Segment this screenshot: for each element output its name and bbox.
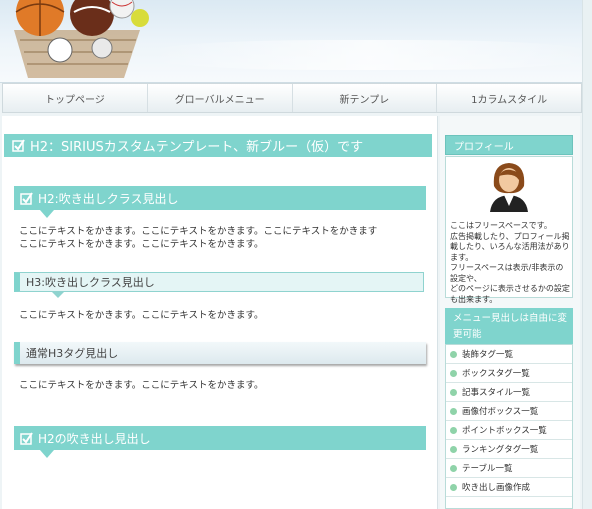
site-header (0, 0, 592, 83)
profile-heading-text: プロフィール (454, 141, 514, 153)
nav-item-global-menu[interactable]: グローバルメニュー (148, 84, 293, 112)
profile-line-6: 設定や、 (450, 273, 482, 283)
bubble-heading-h2-text: H2:吹き出しクラス見出し (38, 191, 179, 206)
section1-line-1: ここにテキストをかきます。ここにテキストをかきます。ここにテキストをかきます (19, 226, 378, 237)
bubble-heading-h2-second: H2の吹き出し見出し (14, 426, 426, 458)
sports-balls-logo[interactable] (0, 0, 160, 80)
section2-text: ここにテキストをかきます。ここにテキストをかきます。 (19, 310, 264, 321)
bubble-heading-h2-second-text: H2の吹き出し見出し (38, 431, 151, 446)
sidebar-item-label: 装飾タグ一覧 (462, 350, 514, 360)
sidebar-item-tables[interactable]: テーブル一覧 (446, 459, 572, 478)
global-nav: トップページ グローバルメニュー 新テンプレ 1カラムスタイル (2, 83, 582, 113)
bullet-icon (450, 407, 457, 415)
nav-item-one-column[interactable]: 1カラムスタイル (437, 84, 581, 112)
sidebar-item-decoration-tags[interactable]: 装飾タグ一覧 (446, 345, 572, 364)
bullet-icon (450, 350, 457, 358)
checkbox-icon (20, 191, 33, 205)
checkbox-icon (12, 139, 25, 152)
bullet-icon (450, 464, 457, 472)
sidebar-item-point-boxes[interactable]: ポイントボックス一覧 (446, 421, 572, 440)
plain-heading-h3-text: 通常H3タグ見出し (26, 347, 119, 360)
bullet-icon (450, 369, 457, 377)
profile-line-3: 載したり、いろんな活用法があり (450, 242, 570, 251)
nav-item-new-template[interactable]: 新テンプレ (293, 84, 438, 112)
sidebar-item-label: 画像付ボックス一覧 (462, 407, 539, 417)
bubble-heading-h3-text: H3:吹き出しクラス見出し (26, 276, 155, 289)
sidebar-item-label: ボックスタグ一覧 (462, 369, 530, 379)
sidebar-item-label: テーブル一覧 (462, 464, 513, 474)
sidebar-menu-list: 装飾タグ一覧 ボックスタグ一覧 記事スタイル一覧 画像付ボックス一覧 ポイントボ… (446, 345, 572, 497)
sidebar-item-label: 吹き出し画像作成 (462, 483, 531, 493)
profile-line-4: ます。 (450, 252, 474, 262)
bubble-heading-h3: H3:吹き出しクラス見出し (14, 272, 424, 298)
section3-text: ここにテキストをかきます。ここにテキストをかきます。 (19, 380, 264, 391)
bullet-icon (450, 426, 457, 434)
sidebar-menu-heading-text: メニュー見出しは自由に変更可能 (453, 313, 568, 340)
bubble-heading-h2: H2:吹き出しクラス見出し (14, 186, 426, 218)
sidebar-item-image-boxes[interactable]: 画像付ボックス一覧 (446, 402, 572, 421)
section1-text: ここにテキストをかきます。ここにテキストをかきます。ここにテキストをかきます こ… (19, 225, 429, 251)
page-title-text: H2：SIRIUSカスタムテンプレート、新ブルー（仮）です (30, 140, 364, 155)
section1-line-2: ここにテキストをかきます。ここにテキストをかきます。 (19, 239, 264, 250)
bullet-icon (450, 388, 457, 396)
profile-heading: プロフィール (445, 135, 573, 155)
profile-line-5: フリースペースは表示/非表示の (450, 263, 564, 272)
profile-description: ここはフリースペースです。 広告掲載したり、プロフィール掲 載したり、いろんな活… (450, 221, 572, 305)
sidebar-item-label: ポイントボックス一覧 (462, 426, 547, 436)
profile-line-7: どのページに表示させるかの設定 (450, 284, 570, 293)
user-avatar-icon (490, 163, 528, 212)
header-light-sweep (150, 40, 590, 70)
plain-heading-h3: 通常H3タグ見出し (14, 342, 426, 364)
page-title: H2：SIRIUSカスタムテンプレート、新ブルー（仮）です (4, 134, 432, 157)
sidebar-item-article-styles[interactable]: 記事スタイル一覧 (446, 383, 572, 402)
sidebar-item-box-tags[interactable]: ボックスタグ一覧 (446, 364, 572, 383)
sidebar-item-label: 記事スタイル一覧 (462, 388, 531, 398)
page-right-edge (582, 0, 592, 509)
profile-line-2: 広告掲載したり、プロフィール掲 (450, 231, 570, 241)
sidebar-menu-heading: メニュー見出しは自由に変更可能 (445, 308, 573, 344)
profile-line-1: ここはフリースペースです。 (450, 221, 552, 230)
sidebar-item-ranking-tags[interactable]: ランキングタグ一覧 (446, 440, 572, 459)
sidebar-item-speech-bubble-images[interactable]: 吹き出し画像作成 (446, 478, 572, 497)
bullet-icon (450, 483, 457, 491)
bullet-icon (450, 445, 457, 453)
nav-item-top[interactable]: トップページ (3, 84, 148, 112)
sidebar-item-label: ランキングタグ一覧 (462, 445, 539, 455)
profile-line-8: も出来ます。 (450, 294, 498, 304)
checkbox-icon (20, 431, 33, 445)
